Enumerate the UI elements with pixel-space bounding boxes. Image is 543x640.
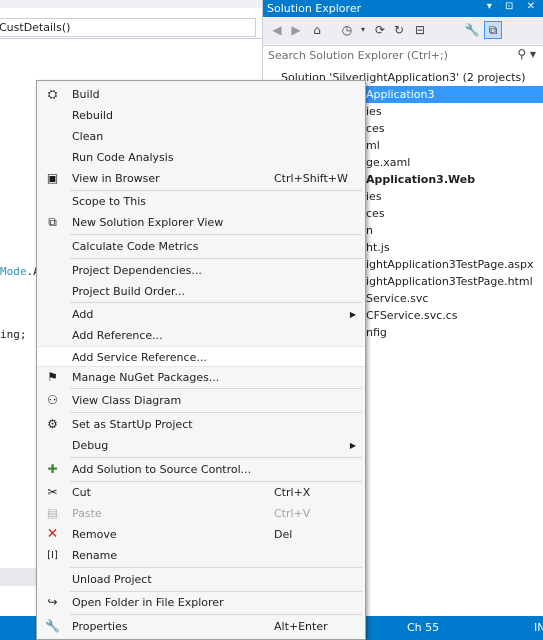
scissors-icon: ✂ <box>47 485 58 499</box>
solution-explorer-toolbar: ◀ ▶ ⌂ ◷ ▾ ⟳ ↻ ⊟ 🔧 ⧉ <box>263 18 543 44</box>
forward-icon[interactable]: ▶ <box>288 22 304 38</box>
member-dropdown[interactable]: CustDetails() <box>0 18 256 37</box>
status-insert-mode: IN <box>534 621 543 634</box>
menu-separator <box>70 614 362 615</box>
project-context-menu: ⛭ Build Rebuild Clean Run Code Analysis … <box>36 80 366 640</box>
menu-separator <box>70 388 362 389</box>
menu-item-project-dependencies[interactable]: Project Dependencies... <box>37 260 365 281</box>
menu-item-calculate-code-metrics[interactable]: Calculate Code Metrics <box>37 236 365 257</box>
solution-explorer-titlebar[interactable]: Solution Explorer ▾ ⊡ ✕ <box>263 0 543 17</box>
code-line[interactable]: ing; <box>0 328 27 341</box>
menu-item-build[interactable]: ⛭ Build <box>37 84 365 105</box>
menu-item-view-in-browser[interactable]: ▣ View in Browser Ctrl+Shift+W <box>37 168 365 189</box>
menu-item-set-as-startup-project[interactable]: ⚙ Set as StartUp Project <box>37 414 365 435</box>
properties-icon[interactable]: 🔧 <box>464 22 480 38</box>
panel-window-buttons[interactable]: ▾ ⊡ ✕ <box>487 1 540 12</box>
paste-icon: ▤ <box>46 506 59 520</box>
editor-tab-strip <box>0 0 262 8</box>
menu-item-add[interactable]: Add ▶ <box>37 304 365 325</box>
menu-item-cut[interactable]: ✂ Cut Ctrl+X <box>37 482 365 503</box>
menu-item-run-code-analysis[interactable]: Run Code Analysis <box>37 147 365 168</box>
wrench-icon: 🔧 <box>45 619 60 633</box>
menu-item-new-solution-explorer-view[interactable]: ⧉ New Solution Explorer View <box>37 212 365 233</box>
search-input[interactable]: Search Solution Explorer (Ctrl+;) ⚲ ▾ <box>263 45 543 67</box>
gear-icon: ⚙ <box>47 417 58 431</box>
submenu-arrow-icon: ▶ <box>349 310 356 319</box>
menu-separator <box>70 258 362 259</box>
preview-icon[interactable]: ⧉ <box>484 21 502 39</box>
remove-icon: ✕ <box>46 526 59 542</box>
menu-separator <box>70 302 362 303</box>
open-folder-icon: ↪ <box>47 595 58 609</box>
menu-item-remove[interactable]: ✕ Remove Del <box>37 524 365 545</box>
menu-item-properties[interactable]: 🔧 Properties Alt+Enter <box>37 616 365 637</box>
home-icon[interactable]: ⌂ <box>309 22 325 38</box>
status-column: Ch 55 <box>407 621 440 634</box>
submenu-arrow-icon: ▶ <box>349 441 356 450</box>
menu-item-view-class-diagram[interactable]: ⚇ View Class Diagram <box>37 390 365 411</box>
rename-icon: [I] <box>47 550 58 561</box>
refresh-icon[interactable]: ↻ <box>391 22 407 38</box>
browser-icon: ▣ <box>46 171 59 185</box>
menu-separator <box>70 234 362 235</box>
menu-item-rebuild[interactable]: Rebuild <box>37 105 365 126</box>
editor-navigation-bar: CustDetails() <box>0 16 262 39</box>
history-icon[interactable]: ◷ <box>339 22 355 38</box>
panel-title: Solution Explorer <box>267 2 362 15</box>
menu-item-manage-nuget-packages[interactable]: ⚑ Manage NuGet Packages... <box>37 367 365 388</box>
menu-separator <box>70 567 362 568</box>
menu-item-add-solution-to-source-control[interactable]: ✚ Add Solution to Source Control... <box>37 459 365 480</box>
back-icon[interactable]: ◀ <box>269 22 285 38</box>
menu-item-add-reference[interactable]: Add Reference... <box>37 325 365 346</box>
menu-item-project-build-order[interactable]: Project Build Order... <box>37 281 365 302</box>
menu-item-scope-to-this[interactable]: Scope to This <box>37 191 365 212</box>
class-diagram-icon: ⚇ <box>47 393 58 407</box>
build-icon: ⛭ <box>47 87 58 101</box>
nuget-icon: ⚑ <box>47 370 58 384</box>
code-type-token: Mode <box>0 265 27 278</box>
collapse-icon[interactable]: ⊟ <box>412 22 428 38</box>
source-control-icon: ✚ <box>47 462 58 476</box>
menu-item-add-service-reference[interactable]: Add Service Reference... <box>37 346 365 367</box>
new-view-icon: ⧉ <box>48 215 57 229</box>
menu-item-unload-project[interactable]: Unload Project <box>37 569 365 590</box>
menu-separator <box>70 457 362 458</box>
code-line[interactable]: Mode.A <box>0 265 40 278</box>
menu-separator <box>70 412 362 413</box>
menu-item-paste[interactable]: ▤ Paste Ctrl+V <box>37 503 365 524</box>
menu-item-open-folder-in-file-explorer[interactable]: ↪ Open Folder in File Explorer <box>37 592 365 613</box>
menu-item-rename[interactable]: [I] Rename <box>37 545 365 566</box>
sync-icon[interactable]: ⟳ <box>372 22 388 38</box>
menu-item-clean[interactable]: Clean <box>37 126 365 147</box>
search-icon[interactable]: ⚲ ▾ <box>517 47 536 61</box>
chevron-down-icon[interactable]: ▾ <box>355 22 371 38</box>
menu-item-debug[interactable]: Debug ▶ <box>37 435 365 456</box>
member-dropdown-text: CustDetails() <box>0 21 71 34</box>
search-placeholder: Search Solution Explorer (Ctrl+;) <box>268 49 448 62</box>
